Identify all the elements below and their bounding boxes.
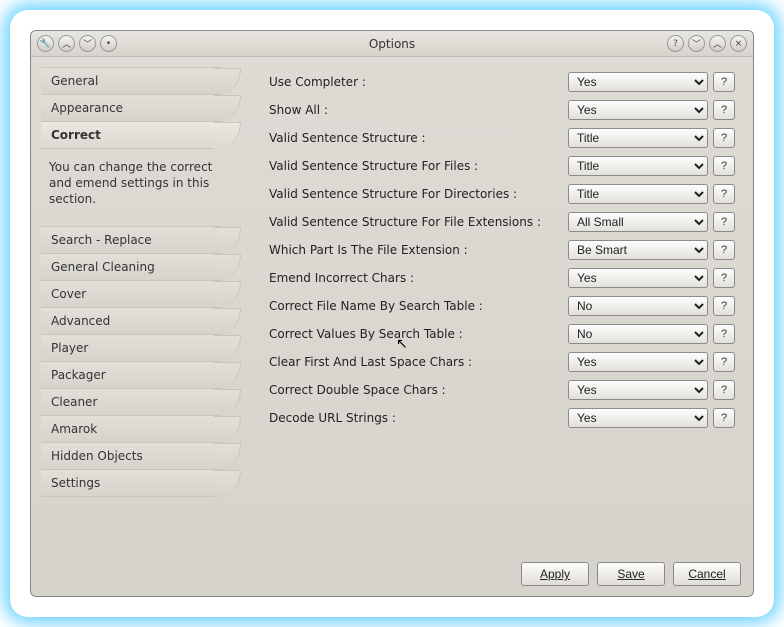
chevron-down-icon[interactable]: ﹀	[79, 35, 96, 52]
setting-select[interactable]: Yes	[568, 72, 708, 92]
setting-row: Correct File Name By Search Table :No?	[269, 295, 735, 317]
sidebar-item-general-cleaning[interactable]: General Cleaning	[41, 253, 221, 280]
help-button[interactable]: ?	[713, 380, 735, 400]
setting-row: Correct Double Space Chars :Yes?	[269, 379, 735, 401]
help-button[interactable]: ?	[713, 408, 735, 428]
setting-select[interactable]: No	[568, 296, 708, 316]
setting-label: Valid Sentence Structure For Directories…	[269, 187, 568, 201]
setting-label: Correct Double Space Chars :	[269, 383, 568, 397]
setting-select[interactable]: Title	[568, 184, 708, 204]
apply-button[interactable]: Apply	[521, 562, 589, 586]
help-button[interactable]: ?	[713, 72, 735, 92]
setting-select[interactable]: Yes	[568, 408, 708, 428]
help-button[interactable]: ?	[713, 240, 735, 260]
setting-select[interactable]: Yes	[568, 100, 708, 120]
titlebar-left: 🔧︿﹀•	[37, 35, 121, 52]
sidebar-item-search-replace[interactable]: Search - Replace	[41, 226, 221, 253]
setting-label: Correct File Name By Search Table :	[269, 299, 568, 313]
chevron-up-icon[interactable]: ︿	[709, 35, 726, 52]
setting-label: Clear First And Last Space Chars :	[269, 355, 568, 369]
chevron-down-icon[interactable]: ﹀	[688, 35, 705, 52]
help-icon[interactable]: ?	[667, 35, 684, 52]
help-button[interactable]: ?	[713, 156, 735, 176]
setting-row: Emend Incorrect Chars :Yes?	[269, 267, 735, 289]
setting-row: Valid Sentence Structure For Files :Titl…	[269, 155, 735, 177]
setting-select[interactable]: Yes	[568, 268, 708, 288]
titlebar: 🔧︿﹀• Options ?﹀︿×	[31, 31, 753, 57]
setting-row: Show All :Yes?	[269, 99, 735, 121]
chevron-up-icon[interactable]: ︿	[58, 35, 75, 52]
dot-icon[interactable]: •	[100, 35, 117, 52]
help-button[interactable]: ?	[713, 212, 735, 232]
sidebar-item-general[interactable]: General	[41, 67, 221, 94]
help-button[interactable]: ?	[713, 352, 735, 372]
wrench-icon[interactable]: 🔧	[37, 35, 54, 52]
sidebar-item-advanced[interactable]: Advanced	[41, 307, 221, 334]
sidebar-item-cover[interactable]: Cover	[41, 280, 221, 307]
sidebar-item-player[interactable]: Player	[41, 334, 221, 361]
sidebar-item-settings[interactable]: Settings	[41, 469, 221, 497]
help-button[interactable]: ?	[713, 184, 735, 204]
sidebar-item-hidden-objects[interactable]: Hidden Objects	[41, 442, 221, 469]
setting-row: Decode URL Strings :Yes?	[269, 407, 735, 429]
setting-label: Emend Incorrect Chars :	[269, 271, 568, 285]
setting-row: Valid Sentence Structure :Title?	[269, 127, 735, 149]
help-button[interactable]: ?	[713, 296, 735, 316]
setting-label: Show All :	[269, 103, 568, 117]
sidebar: GeneralAppearanceCorrect You can change …	[41, 67, 221, 548]
sidebar-item-amarok[interactable]: Amarok	[41, 415, 221, 442]
save-button[interactable]: Save	[597, 562, 665, 586]
setting-select[interactable]: Be Smart	[568, 240, 708, 260]
sidebar-item-correct[interactable]: Correct	[41, 121, 221, 149]
setting-select[interactable]: No	[568, 324, 708, 344]
setting-label: Decode URL Strings :	[269, 411, 568, 425]
setting-row: Clear First And Last Space Chars :Yes?	[269, 351, 735, 373]
sidebar-item-appearance[interactable]: Appearance	[41, 94, 221, 121]
footer: Apply Save Cancel	[31, 554, 753, 596]
window-title: Options	[121, 37, 663, 51]
content-area: GeneralAppearanceCorrect You can change …	[31, 57, 753, 554]
sidebar-item-packager[interactable]: Packager	[41, 361, 221, 388]
setting-row: Use Completer :Yes?	[269, 71, 735, 93]
cancel-button[interactable]: Cancel	[673, 562, 741, 586]
help-button[interactable]: ?	[713, 324, 735, 344]
setting-label: Valid Sentence Structure For Files :	[269, 159, 568, 173]
setting-label: Which Part Is The File Extension :	[269, 243, 568, 257]
setting-select[interactable]: Yes	[568, 380, 708, 400]
setting-select[interactable]: All Small	[568, 212, 708, 232]
help-button[interactable]: ?	[713, 268, 735, 288]
setting-label: Use Completer :	[269, 75, 568, 89]
titlebar-right: ?﹀︿×	[663, 35, 747, 52]
setting-label: Valid Sentence Structure :	[269, 131, 568, 145]
setting-select[interactable]: Title	[568, 128, 708, 148]
settings-panel: Use Completer :Yes?Show All :Yes?Valid S…	[229, 67, 743, 548]
close-icon[interactable]: ×	[730, 35, 747, 52]
setting-row: Valid Sentence Structure For File Extens…	[269, 211, 735, 233]
help-button[interactable]: ?	[713, 100, 735, 120]
setting-label: Correct Values By Search Table :	[269, 327, 568, 341]
options-window: 🔧︿﹀• Options ?﹀︿× GeneralAppearanceCorre…	[30, 30, 754, 597]
section-description: You can change the correct and emend set…	[41, 149, 221, 222]
sidebar-item-cleaner[interactable]: Cleaner	[41, 388, 221, 415]
setting-select[interactable]: Title	[568, 156, 708, 176]
setting-row: Correct Values By Search Table :No?	[269, 323, 735, 345]
help-button[interactable]: ?	[713, 128, 735, 148]
setting-row: Which Part Is The File Extension :Be Sma…	[269, 239, 735, 261]
setting-select[interactable]: Yes	[568, 352, 708, 372]
setting-label: Valid Sentence Structure For File Extens…	[269, 215, 568, 229]
setting-row: Valid Sentence Structure For Directories…	[269, 183, 735, 205]
